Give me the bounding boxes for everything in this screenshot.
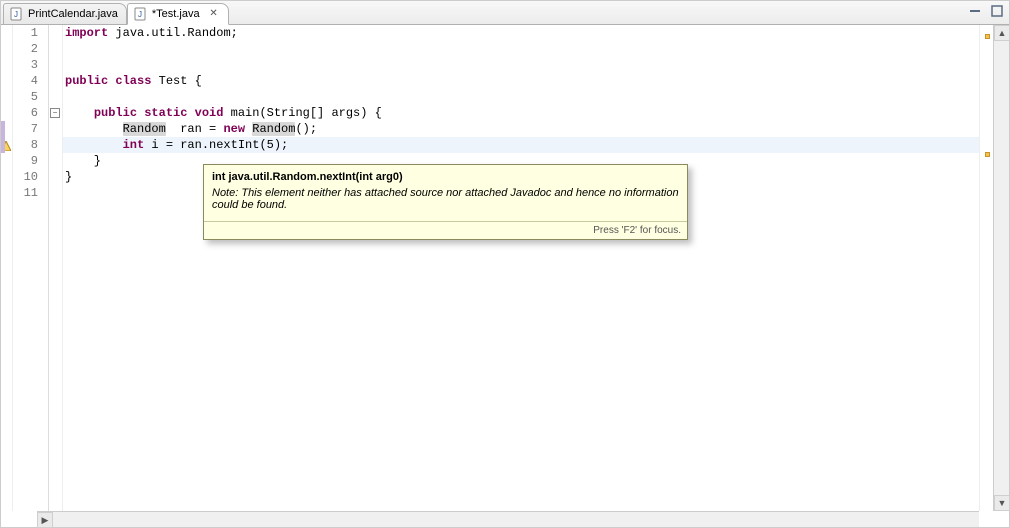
overview-warning-marker[interactable] xyxy=(985,152,990,157)
scroll-down-icon[interactable]: ▼ xyxy=(994,495,1010,511)
svg-text:J: J xyxy=(138,10,142,19)
line-number: 2 xyxy=(13,41,48,57)
overview-warning-marker[interactable] xyxy=(985,34,990,39)
hover-note: Note: This element neither has attached … xyxy=(204,185,687,221)
line-number: 10 xyxy=(13,169,48,185)
scroll-up-icon[interactable]: ▲ xyxy=(994,25,1010,41)
code-area[interactable]: import java.util.Random; public class Tes… xyxy=(63,25,979,511)
annotation-ruler xyxy=(1,25,13,511)
tab-label: *Test.java xyxy=(152,8,200,20)
line-number: 1 xyxy=(13,25,48,41)
editor-tab[interactable]: J PrintCalendar.java xyxy=(3,3,127,24)
code-line[interactable]: import java.util.Random; xyxy=(63,25,979,41)
editor-tab[interactable]: J *Test.java ✕ xyxy=(127,3,229,25)
code-line[interactable] xyxy=(63,89,979,105)
code-line[interactable]: int i = ran.nextInt(5); xyxy=(63,137,979,153)
horizontal-scrollbar[interactable]: ◀ ▶ xyxy=(37,511,979,527)
minimize-icon[interactable] xyxy=(967,3,983,19)
close-icon[interactable]: ✕ xyxy=(208,8,220,20)
java-file-icon: J xyxy=(10,7,24,21)
java-file-icon: J xyxy=(134,7,148,21)
hover-signature: int java.util.Random.nextInt(int arg0) xyxy=(204,165,687,185)
line-number: 6 xyxy=(13,105,48,121)
line-number-gutter: 1234567891011 xyxy=(13,25,49,511)
line-number: 8 xyxy=(13,137,48,153)
line-number: 3 xyxy=(13,57,48,73)
code-line[interactable]: Random ran = new Random(); xyxy=(63,121,979,137)
line-number: 4 xyxy=(13,73,48,89)
tab-label: PrintCalendar.java xyxy=(28,8,118,20)
javadoc-hover: int java.util.Random.nextInt(int arg0) N… xyxy=(203,164,688,240)
maximize-icon[interactable] xyxy=(989,3,1005,19)
editor-area: 1234567891011 − import java.util.Random;… xyxy=(1,25,1009,511)
hover-footer: Press 'F2' for focus. xyxy=(204,221,687,239)
overview-ruler[interactable] xyxy=(979,25,993,511)
code-line[interactable] xyxy=(63,41,979,57)
svg-text:J: J xyxy=(14,10,18,19)
folding-ruler: − xyxy=(49,25,63,511)
vertical-scrollbar[interactable]: ▲ ▼ xyxy=(993,25,1009,511)
line-number: 9 xyxy=(13,153,48,169)
line-number: 5 xyxy=(13,89,48,105)
fold-toggle-icon[interactable]: − xyxy=(50,108,60,118)
change-marker xyxy=(1,121,5,137)
change-marker xyxy=(1,137,5,153)
code-line[interactable] xyxy=(63,57,979,73)
editor-tab-bar: J PrintCalendar.java J *Test.java ✕ xyxy=(1,1,1009,25)
tab-bar-controls xyxy=(967,3,1005,19)
code-line[interactable]: public static void main(String[] args) { xyxy=(63,105,979,121)
code-line[interactable]: public class Test { xyxy=(63,73,979,89)
line-number: 11 xyxy=(13,185,48,201)
scroll-right-icon[interactable]: ▶ xyxy=(37,512,53,528)
line-number: 7 xyxy=(13,121,48,137)
